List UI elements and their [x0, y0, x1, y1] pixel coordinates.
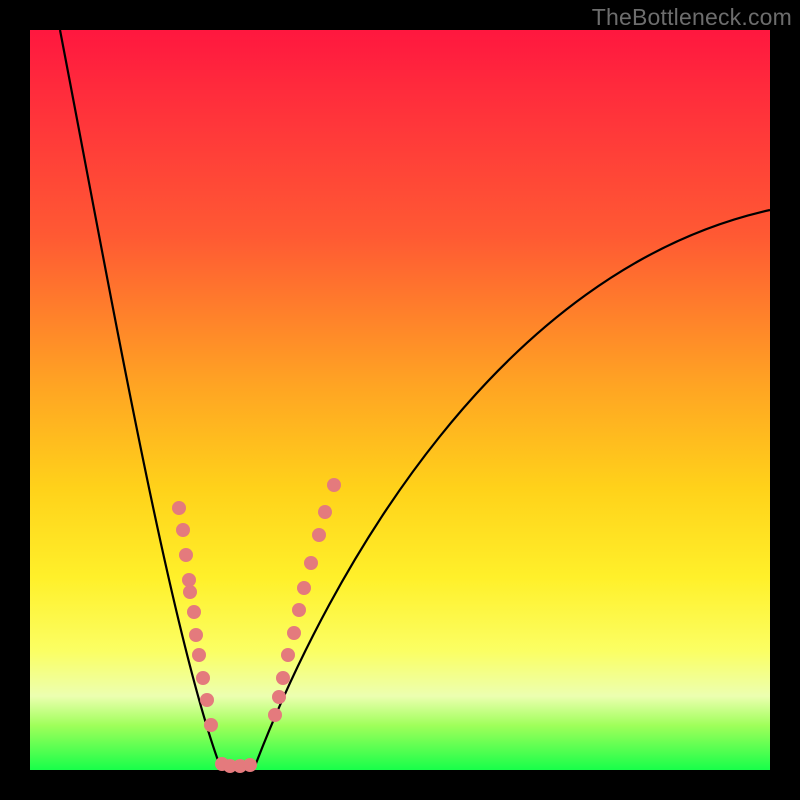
- scatter-dots-left: [172, 501, 218, 732]
- chart-frame: TheBottleneck.com: [0, 0, 800, 800]
- chart-svg: [30, 30, 770, 770]
- plot-area: [30, 30, 770, 770]
- bottleneck-curve: [60, 30, 770, 766]
- scatter-dots-bottom: [215, 757, 257, 773]
- scatter-dots-right: [268, 478, 341, 722]
- watermark-text: TheBottleneck.com: [592, 4, 792, 31]
